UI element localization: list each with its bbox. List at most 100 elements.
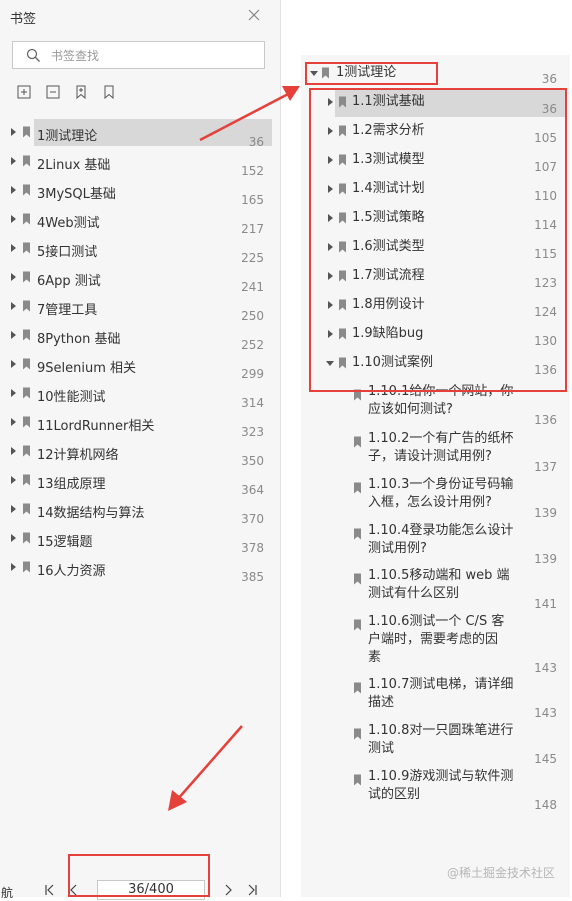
expand-arrow-icon[interactable] <box>11 447 16 455</box>
nav-label: 航 <box>1 886 14 900</box>
bookmark-label: 1.10.2一个有广告的纸杯 <box>368 431 514 446</box>
bookmark-label: 9Selenium 相关 <box>37 361 137 376</box>
bookmark-item-subitem[interactable]: 1.10.7测试电梯，请详细 描述 143 <box>301 676 570 720</box>
next-page-icon[interactable] <box>222 884 234 896</box>
bookmark-icon[interactable] <box>102 85 116 99</box>
bookmark-item[interactable]: 8Python 基础 252 <box>0 321 272 352</box>
bookmarks-panel: 书签 1测试理论362Linux 基础1523MySQL基础1654W <box>0 0 281 900</box>
expand-arrow-icon[interactable] <box>11 273 16 281</box>
first-page-icon[interactable] <box>44 884 56 896</box>
bookmark-page: 139 <box>534 506 557 520</box>
bookmark-label: 测试有什么区别 <box>368 586 460 601</box>
bookmark-item[interactable]: 16人力资源 385 <box>0 553 272 584</box>
collapse-all-icon[interactable] <box>46 85 60 99</box>
expand-arrow-icon[interactable] <box>11 244 16 252</box>
bookmark-label: 1.10.8对一只圆珠笔进行 <box>368 723 514 738</box>
bookmark-label: 6App 测试 <box>37 274 101 289</box>
bookmark-icon <box>23 300 30 312</box>
expand-arrow-icon[interactable] <box>11 418 16 426</box>
bookmark-item-subitem[interactable]: 1.10.9游戏测试与软件测 试的区别 148 <box>301 768 570 812</box>
bookmark-label: 8Python 基础 <box>37 332 121 347</box>
bookmark-icon <box>354 619 361 631</box>
bookmark-icon <box>354 436 361 448</box>
bookmark-search[interactable] <box>12 41 265 69</box>
add-bookmark-icon[interactable] <box>74 85 88 99</box>
bookmark-icon <box>23 155 30 167</box>
bookmark-item[interactable]: 6App 测试 241 <box>0 263 272 294</box>
watermark: @稀土掘金技术社区 <box>447 866 556 880</box>
expand-arrow-icon[interactable] <box>11 505 16 513</box>
bookmark-item[interactable]: 2Linux 基础 152 <box>0 147 272 178</box>
bookmark-label: 16人力资源 <box>37 564 106 579</box>
bookmark-label: 2Linux 基础 <box>37 158 111 173</box>
bookmark-label: 1.10.6测试一个 C/S 客 <box>368 614 505 629</box>
bookmark-icon <box>23 387 30 399</box>
bookmark-icon <box>23 126 30 138</box>
expand-arrow-icon[interactable] <box>11 389 16 397</box>
bookmark-item[interactable]: 13组成原理 364 <box>0 466 272 497</box>
expand-arrow-icon[interactable] <box>11 331 16 339</box>
bookmark-page: 145 <box>534 752 557 766</box>
bookmark-label: 7管理工具 <box>37 303 98 318</box>
expand-arrow-icon[interactable] <box>11 534 16 542</box>
search-icon <box>26 48 40 62</box>
expand-all-icon[interactable] <box>17 85 31 99</box>
bookmark-icon <box>354 728 361 740</box>
bookmark-label: 试的区别 <box>368 787 421 802</box>
expand-arrow-icon[interactable] <box>11 476 16 484</box>
bookmark-item[interactable]: 9Selenium 相关 299 <box>0 350 272 381</box>
search-input[interactable] <box>49 45 253 67</box>
bookmark-label: 5接口测试 <box>37 245 98 260</box>
bookmark-item-subitem[interactable]: 1.10.3一个身份证号码输 入框，怎么设计用例? 139 <box>301 476 570 520</box>
bookmark-item-subitem[interactable]: 1.10.5移动端和 web 端测试有什么区别 141 <box>301 567 570 611</box>
bookmark-item-subitem[interactable]: 1.10.4登录功能怎么设计 测试用例? 139 <box>301 522 570 566</box>
expand-arrow-icon[interactable] <box>11 157 16 165</box>
bookmark-page: 148 <box>534 798 557 812</box>
bookmark-item-subitem[interactable]: 1.10.8对一只圆珠笔进行 测试 145 <box>301 722 570 766</box>
annotation-box-page-number <box>68 854 210 897</box>
bookmark-label: 3MySQL基础 <box>37 187 116 202</box>
bookmark-label: 13组成原理 <box>37 477 106 492</box>
bookmark-label: 应该如何测试? <box>368 402 453 417</box>
bookmark-item[interactable]: 11LordRunner相关 323 <box>0 408 272 439</box>
bookmark-item-subitem[interactable]: 1.10.6测试一个 C/S 客户端时，需要考虑的因素 143 <box>301 613 570 675</box>
bookmark-item[interactable]: 1测试理论 36 <box>0 118 272 149</box>
bookmark-icon <box>354 482 361 494</box>
annotation-box-parent <box>305 62 438 85</box>
bookmark-page: 143 <box>534 706 557 720</box>
bookmark-item-subitem[interactable]: 1.10.2一个有广告的纸杯 子，请设计测试用例? 137 <box>301 430 570 474</box>
expand-arrow-icon[interactable] <box>11 186 16 194</box>
bookmark-label: 描述 <box>368 695 395 710</box>
bookmark-label: 子，请设计测试用例? <box>368 449 492 464</box>
expand-arrow-icon[interactable] <box>11 563 16 571</box>
bookmark-item[interactable]: 4Web测试 217 <box>0 205 272 236</box>
bookmark-item[interactable]: 3MySQL基础 165 <box>0 176 272 207</box>
bookmark-page: 385 <box>241 570 264 584</box>
bookmark-label: 1.10.4登录功能怎么设计 <box>368 523 514 538</box>
bookmark-item[interactable]: 15逻辑题 378 <box>0 524 272 555</box>
bookmark-item[interactable]: 10性能测试 314 <box>0 379 272 410</box>
bookmark-icon <box>23 445 30 457</box>
bookmark-item[interactable]: 12计算机网络 350 <box>0 437 272 468</box>
close-icon[interactable] <box>246 7 262 23</box>
last-page-icon[interactable] <box>246 884 258 896</box>
bookmark-icon <box>23 561 30 573</box>
bookmark-icon <box>23 213 30 225</box>
bookmark-icon <box>354 573 361 585</box>
bookmark-label: 入框，怎么设计用例? <box>368 495 492 510</box>
bookmark-label: 1.10.9游戏测试与软件测 <box>368 769 514 784</box>
bookmark-icon <box>23 329 30 341</box>
bookmark-item[interactable]: 5接口测试 225 <box>0 234 272 265</box>
expand-arrow-icon[interactable] <box>11 360 16 368</box>
bookmark-icon <box>23 184 30 196</box>
bookmark-item[interactable]: 14数据结构与算法 370 <box>0 495 272 526</box>
arrow-head-icon <box>282 86 300 101</box>
bookmark-label: 12计算机网络 <box>37 448 119 463</box>
annotation-box-children <box>309 88 567 392</box>
expand-arrow-icon[interactable] <box>11 128 16 136</box>
expand-arrow-icon[interactable] <box>11 302 16 310</box>
bookmark-icon <box>23 358 30 370</box>
bookmark-item[interactable]: 7管理工具 250 <box>0 292 272 323</box>
bookmark-label: 15逻辑题 <box>37 535 93 550</box>
expand-arrow-icon[interactable] <box>11 215 16 223</box>
